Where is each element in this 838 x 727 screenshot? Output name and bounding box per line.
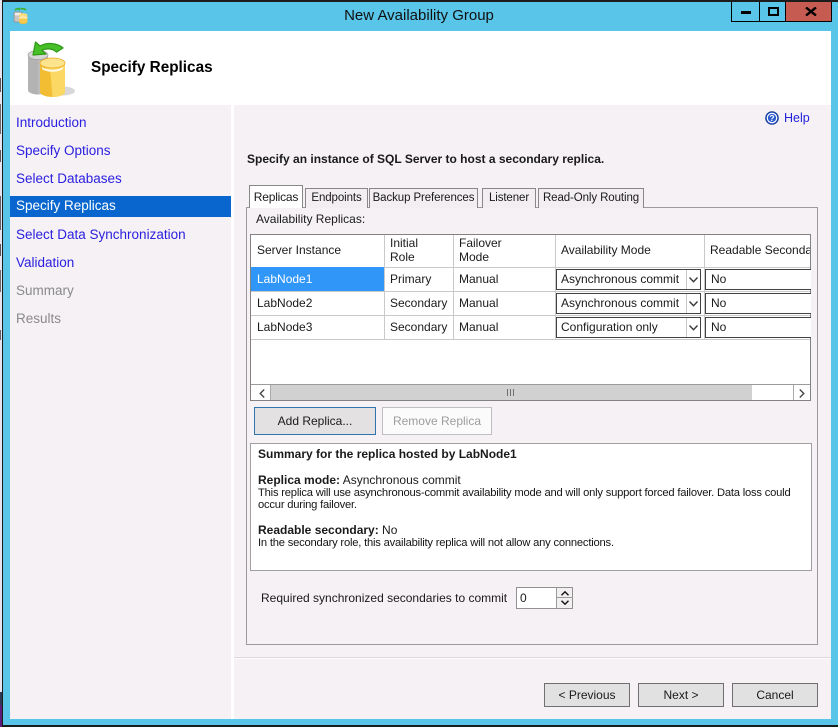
svg-text:?: ? — [769, 113, 774, 123]
